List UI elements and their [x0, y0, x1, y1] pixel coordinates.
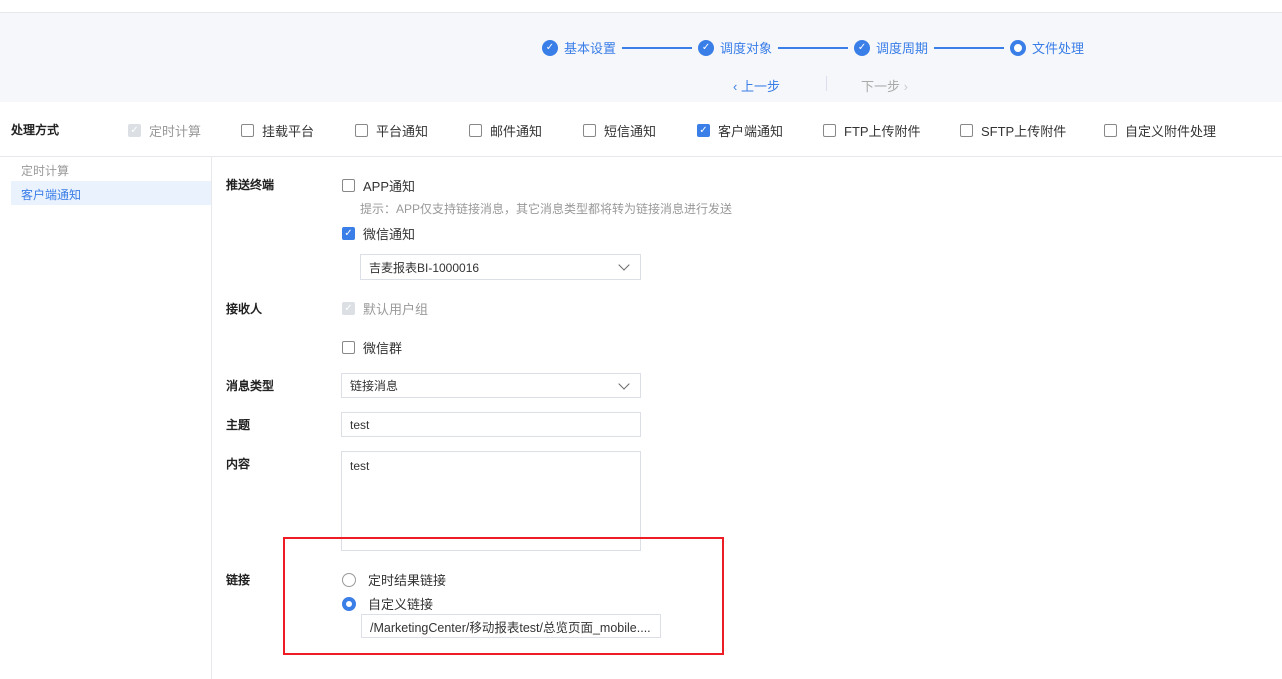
checkbox-checked-icon: ✓ [342, 227, 355, 240]
highlight-box [283, 537, 724, 655]
terminal-label: 推送终端 [226, 178, 275, 192]
chevron-right-icon: › [900, 79, 908, 94]
step-connector [934, 46, 1005, 49]
msgtype-select[interactable]: 链接消息 [341, 373, 641, 398]
sidebar-item-client-notify[interactable]: 客户端通知 [11, 181, 211, 205]
checkbox-icon [469, 124, 482, 137]
checkbox-icon [241, 124, 254, 137]
header-bar [0, 12, 1282, 102]
next-step-button[interactable]: 下一步 › [861, 76, 908, 95]
processing-option[interactable]: 平台通知 [355, 121, 428, 140]
wechat-notify-checkbox[interactable]: ✓ 微信通知 [342, 224, 415, 243]
checkbox-checked-icon: ✓ [697, 124, 710, 137]
receiver-label: 接收人 [226, 302, 263, 316]
content-label: 内容 [226, 457, 251, 471]
chevron-down-icon [618, 259, 630, 271]
checkbox-icon [1104, 124, 1117, 137]
subject-input[interactable]: test [341, 412, 641, 437]
step-connector [778, 46, 849, 49]
sidebar-item-schedule[interactable]: 定时计算 [21, 162, 69, 179]
processing-option[interactable]: 邮件通知 [469, 121, 542, 140]
processing-option[interactable]: FTP上传附件 [823, 121, 921, 140]
prev-step-button[interactable]: ‹ 上一步 [733, 76, 780, 95]
checkbox-checked-icon: ✓ [128, 124, 141, 137]
sidebar [0, 157, 212, 679]
checkbox-icon [960, 124, 973, 137]
checkbox-checked-icon: ✓ [342, 302, 355, 315]
checkbox-icon [823, 124, 836, 137]
stepper: ✓ 基本设置 ✓ 调度对象 ✓ 调度周期 文件处理 [542, 38, 1084, 57]
link-label: 链接 [226, 573, 251, 587]
processing-option[interactable]: 自定义附件处理 [1104, 121, 1216, 140]
step-object[interactable]: ✓ 调度对象 [698, 38, 772, 57]
processing-option[interactable]: ✓ 客户端通知 [697, 121, 783, 140]
step-file[interactable]: 文件处理 [1010, 38, 1084, 57]
checkbox-icon [342, 179, 355, 192]
processing-option[interactable]: SFTP上传附件 [960, 121, 1066, 140]
wechat-account-select[interactable]: 吉麦报表BI-1000016 [360, 254, 641, 280]
step-basic[interactable]: ✓ 基本设置 [542, 38, 616, 57]
checkbox-icon [355, 124, 368, 137]
check-circle-icon: ✓ [542, 39, 558, 56]
step-connector [622, 46, 693, 49]
processing-option[interactable]: 短信通知 [583, 121, 656, 140]
check-circle-icon: ✓ [854, 39, 871, 56]
current-step-icon [1010, 39, 1027, 56]
msgtype-label: 消息类型 [226, 379, 275, 393]
checkbox-icon [583, 124, 596, 137]
divider [826, 76, 827, 91]
chevron-down-icon [618, 377, 630, 390]
default-group-checkbox: ✓ 默认用户组 [342, 299, 428, 318]
wechat-group-checkbox[interactable]: 微信群 [342, 338, 402, 357]
processing-label: 处理方式 [11, 123, 60, 137]
content-textarea[interactable]: test [341, 451, 641, 551]
checkbox-icon [342, 341, 355, 354]
step-cycle[interactable]: ✓ 调度周期 [854, 38, 928, 57]
hint-text: 提示：APP仅支持链接消息，其它消息类型都将转为链接消息进行发送 [360, 202, 733, 216]
app-notify-checkbox[interactable]: APP通知 [342, 176, 415, 195]
chevron-left-icon: ‹ [733, 79, 741, 94]
processing-option: ✓ 定时计算 [128, 121, 201, 140]
processing-option[interactable]: 挂载平台 [241, 121, 314, 140]
check-circle-icon: ✓ [698, 39, 715, 56]
subject-label: 主题 [226, 418, 251, 432]
